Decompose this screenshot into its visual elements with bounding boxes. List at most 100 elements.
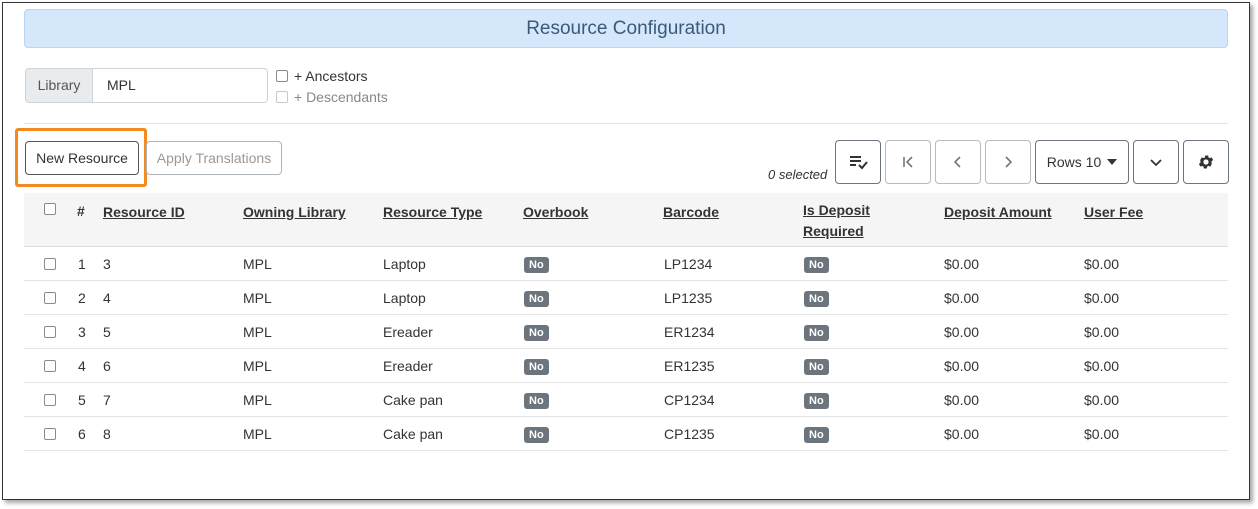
descendants-label: + Descendants: [294, 89, 388, 105]
table-row[interactable]: 1 3 MPL Laptop No LP1234 No $0.00 $0.00: [24, 247, 1228, 281]
resource-type-cell: Ereader: [383, 358, 433, 374]
barcode-cell: CP1234: [664, 392, 715, 408]
grid-settings-button[interactable]: [1183, 140, 1229, 184]
resource-id-cell: 5: [103, 324, 111, 340]
overbook-badge: No: [524, 393, 549, 409]
rows-per-page-dropdown[interactable]: Rows 10: [1035, 140, 1129, 184]
owning-library-cell: MPL: [243, 324, 272, 340]
descendants-option[interactable]: + Descendants: [276, 89, 388, 105]
section-divider: [24, 123, 1228, 124]
row-number: 3: [78, 324, 86, 340]
column-header-is-deposit-required[interactable]: Is Deposit Required: [803, 200, 893, 242]
barcode-cell: CP1235: [664, 426, 715, 442]
user-fee-cell: $0.00: [1084, 290, 1120, 306]
first-page-icon: [903, 156, 913, 168]
column-header-barcode[interactable]: Barcode: [663, 202, 719, 223]
column-header-user-fee[interactable]: User Fee: [1084, 202, 1143, 223]
resource-type-cell: Cake pan: [383, 392, 443, 408]
barcode-cell: ER1234: [664, 324, 715, 340]
column-picker-button[interactable]: [835, 140, 881, 184]
row-checkbox[interactable]: [44, 292, 56, 304]
expand-toggle-button[interactable]: [1133, 140, 1179, 184]
rows-per-page-label: Rows 10: [1046, 154, 1102, 170]
descendants-checkbox[interactable]: [276, 91, 288, 103]
resource-type-cell: Cake pan: [383, 426, 443, 442]
new-resource-button[interactable]: New Resource: [25, 141, 139, 175]
column-header-resource-type[interactable]: Resource Type: [383, 202, 482, 223]
grid-header: # Resource ID Owning Library Resource Ty…: [24, 193, 1228, 247]
table-row[interactable]: 3 5 MPL Ereader No ER1234 No $0.00 $0.00: [24, 315, 1228, 349]
owning-library-cell: MPL: [243, 290, 272, 306]
chevron-right-icon: [1005, 156, 1013, 168]
ancestors-option[interactable]: + Ancestors: [276, 68, 368, 84]
resource-type-cell: Laptop: [383, 290, 426, 306]
library-input[interactable]: MPL: [92, 68, 268, 103]
deposit-amount-cell: $0.00: [944, 358, 980, 374]
library-selector: Library MPL: [25, 68, 268, 103]
table-row[interactable]: 2 4 MPL Laptop No LP1235 No $0.00 $0.00: [24, 281, 1228, 315]
column-header-overbook[interactable]: Overbook: [523, 202, 588, 223]
row-checkbox[interactable]: [44, 428, 56, 440]
caret-down-icon: [1107, 159, 1118, 165]
ancestors-checkbox[interactable]: [276, 70, 288, 82]
grid-body: 1 3 MPL Laptop No LP1234 No $0.00 $0.00 2 4 MPL Lapt…: [24, 247, 1228, 451]
deposit-amount-cell: $0.00: [944, 290, 980, 306]
deposit-required-badge: No: [804, 291, 829, 307]
resource-id-cell: 8: [103, 426, 111, 442]
owning-library-cell: MPL: [243, 392, 272, 408]
previous-page-button[interactable]: [935, 140, 981, 184]
next-page-button[interactable]: [985, 140, 1031, 184]
row-checkbox[interactable]: [44, 258, 56, 270]
table-row[interactable]: 5 7 MPL Cake pan No CP1234 No $0.00 $0.00: [24, 383, 1228, 417]
resource-id-cell: 3: [103, 256, 111, 272]
row-checkbox[interactable]: [44, 360, 56, 372]
row-number: 5: [78, 392, 86, 408]
overbook-badge: No: [524, 427, 549, 443]
chevron-left-icon: [953, 156, 961, 168]
user-fee-cell: $0.00: [1084, 392, 1120, 408]
resource-id-cell: 7: [103, 392, 111, 408]
column-header-deposit-amount[interactable]: Deposit Amount: [944, 202, 1052, 223]
row-checkbox[interactable]: [44, 394, 56, 406]
overbook-badge: No: [524, 257, 549, 273]
column-header-resource-id[interactable]: Resource ID: [103, 202, 185, 223]
resource-id-cell: 6: [103, 358, 111, 374]
deposit-amount-cell: $0.00: [944, 392, 980, 408]
column-header-owning-library[interactable]: Owning Library: [243, 202, 346, 223]
row-number: 1: [78, 256, 86, 272]
resource-type-cell: Ereader: [383, 324, 433, 340]
row-number: 2: [78, 290, 86, 306]
user-fee-cell: $0.00: [1084, 256, 1120, 272]
barcode-cell: ER1235: [664, 358, 715, 374]
ancestors-label: + Ancestors: [294, 68, 368, 84]
row-number: 4: [78, 358, 86, 374]
gear-icon: [1198, 155, 1214, 169]
select-all-checkbox[interactable]: [44, 203, 56, 215]
deposit-required-badge: No: [804, 427, 829, 443]
row-checkbox[interactable]: [44, 326, 56, 338]
owning-library-cell: MPL: [243, 358, 272, 374]
user-fee-cell: $0.00: [1084, 324, 1120, 340]
resource-id-cell: 4: [103, 290, 111, 306]
first-page-button[interactable]: [885, 140, 931, 184]
deposit-required-badge: No: [804, 257, 829, 273]
resource-type-cell: Laptop: [383, 256, 426, 272]
owning-library-cell: MPL: [243, 256, 272, 272]
deposit-required-badge: No: [804, 325, 829, 341]
resource-grid: # Resource ID Owning Library Resource Ty…: [24, 193, 1228, 451]
deposit-required-badge: No: [804, 359, 829, 375]
table-row[interactable]: 4 6 MPL Ereader No ER1235 No $0.00 $0.00: [24, 349, 1228, 383]
table-row[interactable]: 6 8 MPL Cake pan No CP1235 No $0.00 $0.00: [24, 417, 1228, 451]
apply-translations-button[interactable]: Apply Translations: [146, 141, 282, 175]
deposit-amount-cell: $0.00: [944, 426, 980, 442]
barcode-cell: LP1234: [664, 256, 713, 272]
overbook-badge: No: [524, 359, 549, 375]
list-check-icon: [850, 156, 868, 170]
deposit-amount-cell: $0.00: [944, 256, 980, 272]
overbook-badge: No: [524, 325, 549, 341]
library-label: Library: [25, 68, 92, 103]
deposit-amount-cell: $0.00: [944, 324, 980, 340]
row-number: 6: [78, 426, 86, 442]
user-fee-cell: $0.00: [1084, 358, 1120, 374]
chevron-down-icon: [1150, 159, 1162, 167]
